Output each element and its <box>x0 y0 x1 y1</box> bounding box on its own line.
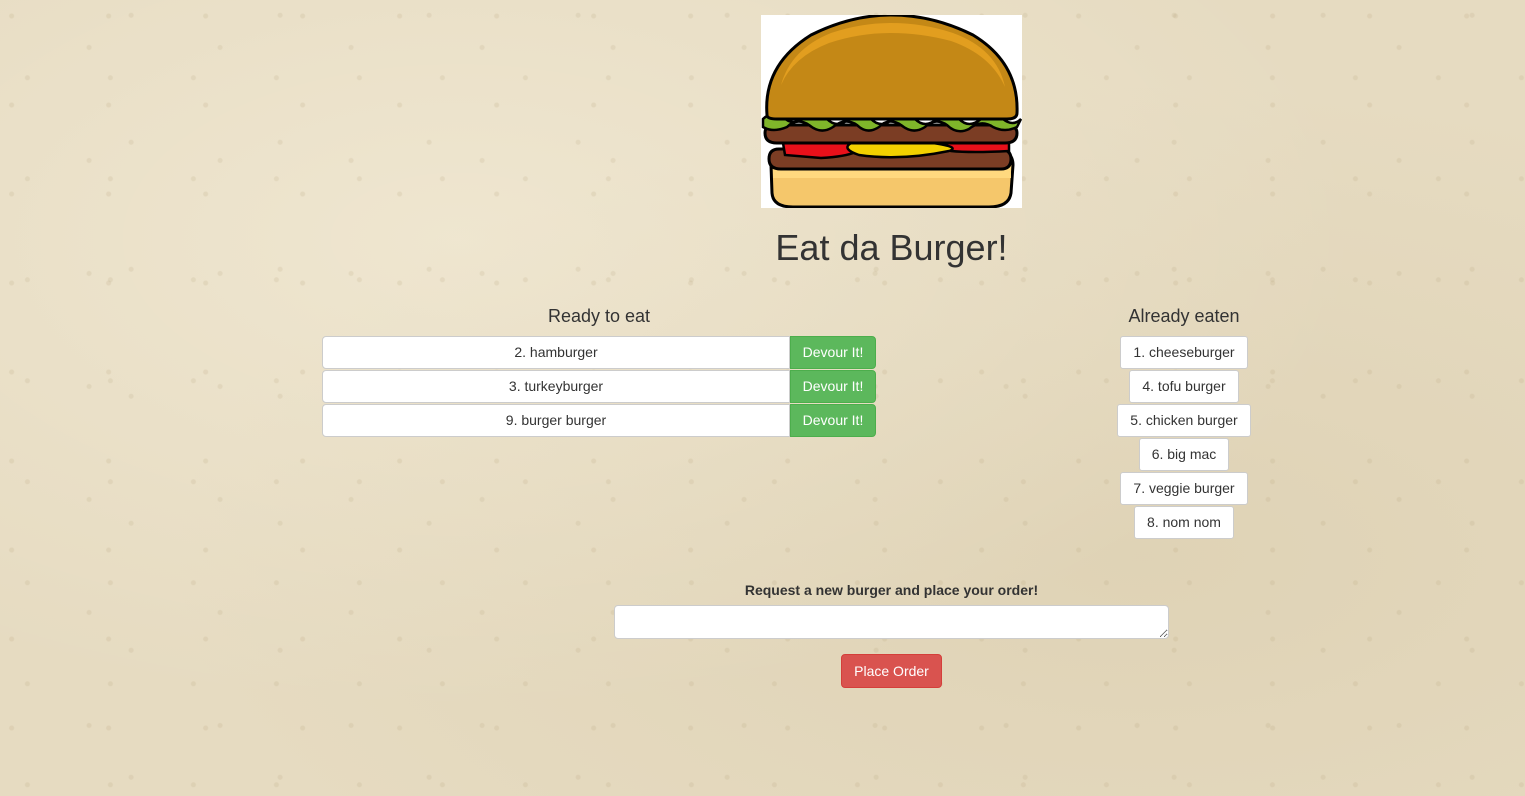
eaten-burger-item: 7. veggie burger <box>1120 472 1248 505</box>
ready-burger-name[interactable]: 3. turkeyburger <box>322 370 790 403</box>
eaten-burger-item: 4. tofu burger <box>1129 370 1239 403</box>
already-eaten-heading: Already eaten <box>1128 306 1240 326</box>
devour-button[interactable]: Devour It! <box>790 370 876 403</box>
eaten-burger-item: 5. chicken burger <box>1117 404 1251 437</box>
already-eaten-list: 1. cheeseburger 4. tofu burger 5. chicke… <box>1084 336 1284 540</box>
ready-burger-name[interactable]: 9. burger burger <box>322 404 790 437</box>
eaten-burger-item: 8. nom nom <box>1134 506 1234 539</box>
burger-name-input[interactable] <box>614 605 1169 639</box>
hamburger-icon <box>761 15 1022 208</box>
eaten-burger-item: 6. big mac <box>1138 438 1230 471</box>
ready-burger-row: 3. turkeyburger Devour It! <box>322 370 876 403</box>
ready-burger-row: 2. hamburger Devour It! <box>322 336 876 369</box>
ready-to-eat-heading: Ready to eat <box>547 306 651 326</box>
devour-button[interactable]: Devour It! <box>790 404 876 437</box>
order-label: Request a new burger and place your orde… <box>744 582 1039 598</box>
page-title: Eat da Burger! <box>775 227 1008 268</box>
eaten-burger-item: 1. cheeseburger <box>1120 336 1248 369</box>
devour-button[interactable]: Devour It! <box>790 336 876 369</box>
ready-burger-name[interactable]: 2. hamburger <box>322 336 790 369</box>
place-order-button[interactable]: Place Order <box>841 654 942 688</box>
ready-to-eat-list: 2. hamburger Devour It! 3. turkeyburger … <box>322 336 876 438</box>
order-form: Request a new burger and place your orde… <box>614 580 1169 688</box>
ready-burger-row: 9. burger burger Devour It! <box>322 404 876 437</box>
burger-logo <box>761 15 1022 208</box>
